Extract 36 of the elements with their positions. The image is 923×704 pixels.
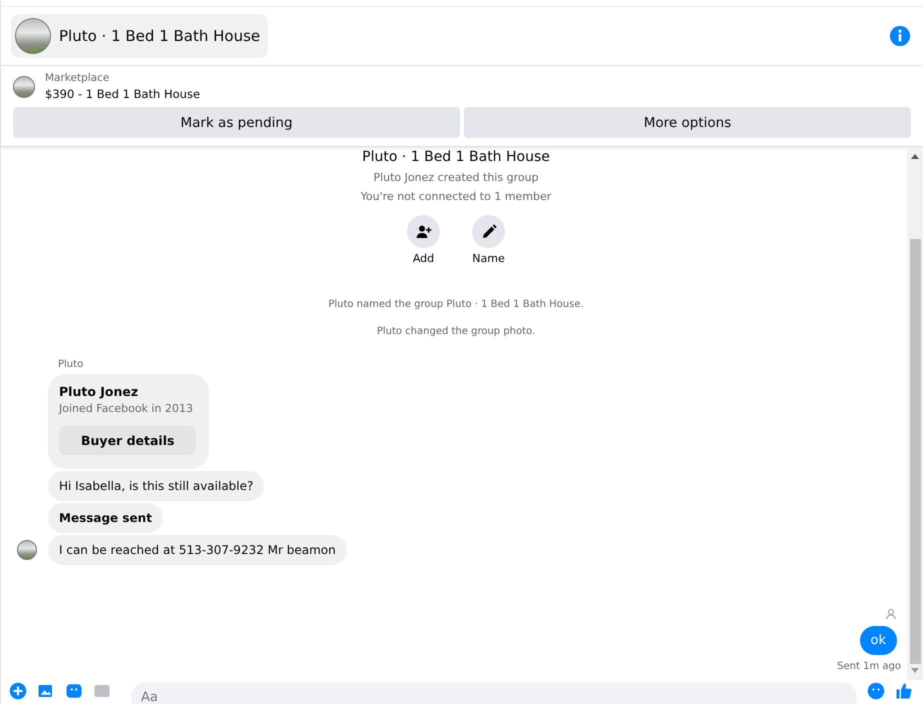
conversation-title[interactable]: Pluto · 1 Bed 1 Bath House [11,14,268,58]
scroll-down-icon[interactable] [911,668,919,674]
listing-photo [13,76,35,98]
message-bubble: Message sent [48,503,163,533]
add-person-icon [416,224,432,240]
title-text: Pluto · 1 Bed 1 Bath House [59,27,260,45]
pencil-icon [480,224,496,240]
listing-source: Marketplace [45,72,110,84]
info-icon[interactable] [889,25,911,47]
scroll-up-icon[interactable] [911,153,919,159]
listing-summary: $390 - 1 Bed 1 Bath House [45,87,200,101]
message-input[interactable]: Aa [131,682,857,704]
group-event: Pluto changed the group photo. [376,326,536,337]
buyer-details-button[interactable]: Buyer details [59,426,196,455]
listing-button[interactable]: More options [464,107,911,138]
message-bubble: I can be reached at 513-307-9232 Mr beamon [48,535,347,565]
plus-icon[interactable] [9,682,27,700]
thumbs-up-icon[interactable] [895,682,913,700]
avatar [16,540,36,560]
message-status: Sent 1m ago [837,661,901,672]
emoji-icon[interactable] [867,682,885,700]
sent-message-bubble: ok [860,626,897,655]
scrollbar[interactable] [907,147,923,680]
listing-button[interactable]: Mark as pending [13,107,460,138]
seen-avatar-icon [885,608,897,620]
image-icon[interactable] [37,682,55,700]
group-photo [15,18,51,54]
group-info: Pluto Jonez created this group [373,171,539,184]
profile-name: Pluto Jonez [59,384,140,399]
profile-subtitle: Joined Facebook in 2013 [59,402,194,415]
group-event: Pluto named the group Pluto · 1 Bed 1 Bath House. [328,299,584,310]
sticker-icon[interactable] [65,682,83,700]
group-title: Pluto · 1 Bed 1 Bath House [362,149,550,165]
sender-name: Pluto [58,359,84,370]
group-info: You're not connected to 1 member [360,190,552,203]
message-bubble: Hi Isabella, is this still available? [48,471,264,501]
